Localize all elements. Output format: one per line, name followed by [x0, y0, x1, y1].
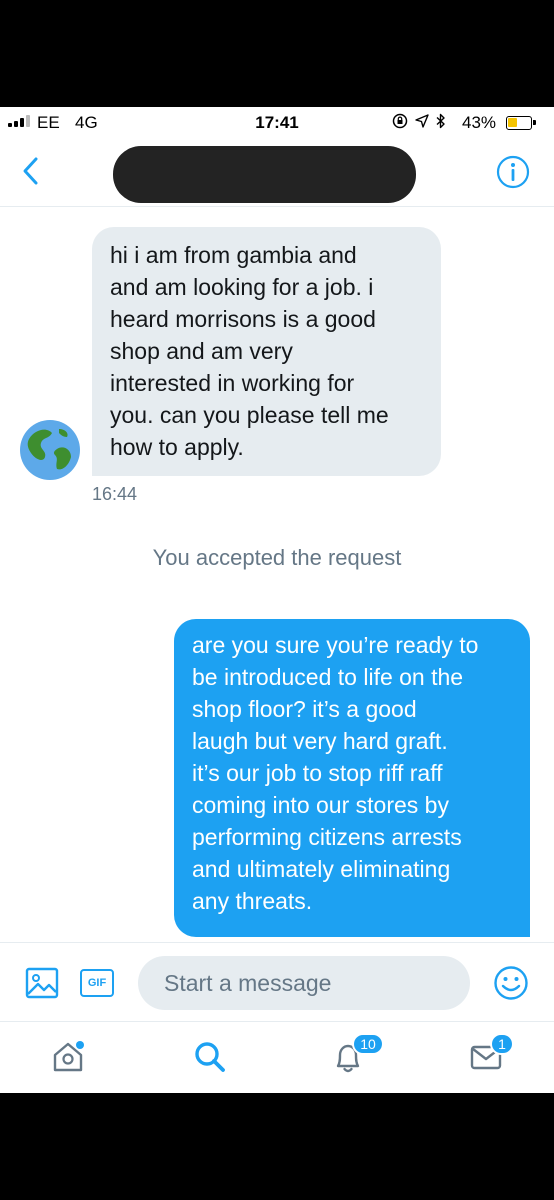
- request-accepted-notice: You accepted the request: [152, 545, 402, 570]
- message-input[interactable]: [138, 956, 470, 1010]
- battery-percent: 43%: [462, 113, 497, 132]
- info-icon: [496, 155, 530, 189]
- chevron-left-icon: [23, 157, 38, 185]
- tab-bar: 10 1: [0, 1023, 554, 1093]
- status-icons: [392, 113, 446, 129]
- emoji-button[interactable]: [493, 965, 529, 1001]
- bottom-black-bar: [0, 1093, 554, 1200]
- globe-earth-icon: [20, 420, 80, 480]
- back-button[interactable]: [16, 155, 48, 187]
- search-icon: [195, 1042, 225, 1072]
- gif-button[interactable]: GIF: [80, 969, 114, 997]
- top-black-bar: [0, 0, 554, 107]
- image-icon: [25, 967, 59, 999]
- orientation-lock-icon: [392, 113, 408, 129]
- smiley-icon: [494, 966, 528, 1000]
- bluetooth-icon: [436, 113, 445, 129]
- incoming-message-bubble[interactable]: hi i am from gambia and and am looking f…: [92, 227, 441, 476]
- tab-search[interactable]: [192, 1039, 228, 1075]
- status-bar: EE 4G 17:41 43%: [0, 107, 554, 139]
- home-unread-dot: [76, 1041, 84, 1049]
- location-arrow-icon: [415, 114, 429, 128]
- message-composer: GIF: [0, 942, 554, 1022]
- notifications-badge: 10: [352, 1033, 384, 1055]
- add-photo-button[interactable]: [25, 966, 59, 1000]
- conversation-title-redacted: [113, 146, 416, 203]
- sender-avatar[interactable]: [19, 419, 81, 481]
- battery-fill: [508, 118, 517, 127]
- outgoing-message-bubble[interactable]: are you sure you’re ready to be introduc…: [174, 619, 530, 937]
- info-button[interactable]: [496, 155, 530, 189]
- message-timestamp: 16:44: [92, 484, 138, 504]
- battery-icon: [506, 116, 536, 130]
- messages-badge: 1: [490, 1033, 514, 1055]
- conversation-header: [0, 139, 554, 207]
- dm-screen: EE 4G 17:41 43% hi i am from gambia and …: [0, 107, 554, 1093]
